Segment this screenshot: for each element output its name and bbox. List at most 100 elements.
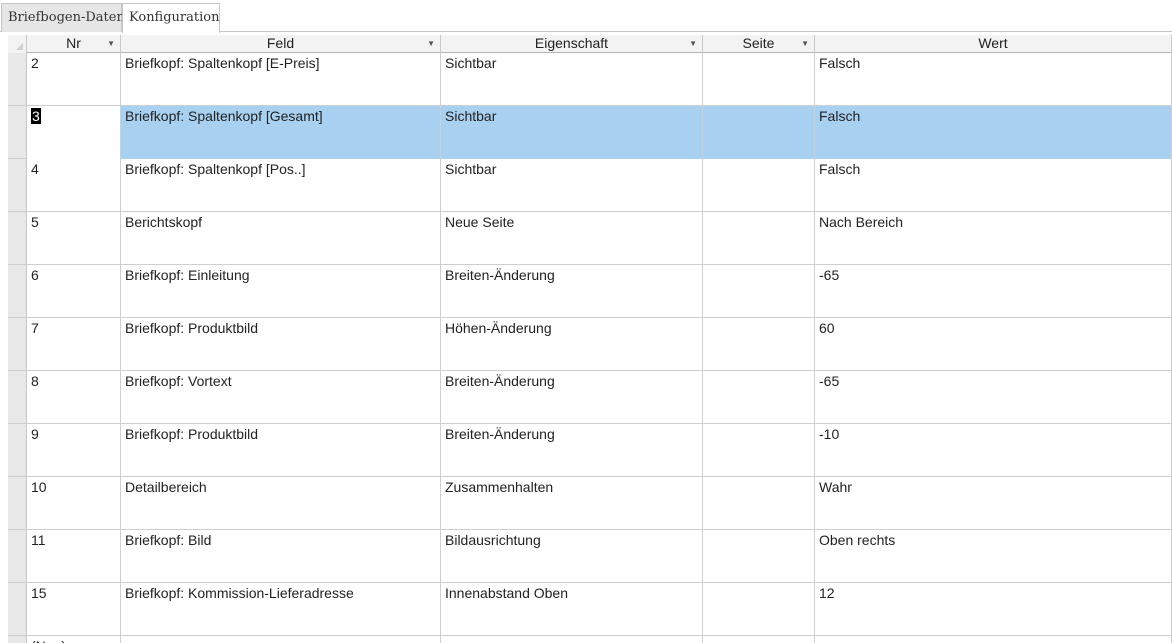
cell-nr[interactable]: 7	[27, 318, 121, 371]
cell-seite[interactable]	[703, 583, 815, 636]
cell-eigenschaft[interactable]: Bildausrichtung	[441, 530, 703, 583]
cell-feld[interactable]: Briefkopf: Spaltenkopf [Gesamt]	[121, 106, 441, 159]
table-row[interactable]: 4 Briefkopf: Spaltenkopf [Pos..] Sichtbar F…	[8, 159, 1172, 212]
cell-nr[interactable]: 3	[27, 106, 121, 159]
cell-eigenschaft[interactable]: Neue Seite	[441, 212, 703, 265]
cell-nr[interactable]: (Neu)	[27, 636, 121, 643]
cell-nr[interactable]: 6	[27, 265, 121, 318]
cell-feld[interactable]: Detailbereich	[121, 477, 441, 530]
column-header-eigenschaft-label: Eigenschaft	[534, 35, 609, 51]
cell-nr[interactable]: 8	[27, 371, 121, 424]
cell-eigenschaft[interactable]: Sichtbar	[441, 53, 703, 106]
new-record-row[interactable]: (Neu)	[8, 636, 1172, 643]
cell-eigenschaft[interactable]: Breiten-Änderung	[441, 371, 703, 424]
table-row[interactable]: 15 Briefkopf: Kommission-Lieferadresse Inn…	[8, 583, 1172, 636]
chevron-down-icon[interactable]: ▼	[801, 35, 809, 52]
cell-eigenschaft[interactable]: Breiten-Änderung	[441, 424, 703, 477]
cell-wert[interactable]: Wahr	[815, 477, 1172, 530]
row-selector[interactable]	[8, 371, 27, 423]
row-selector[interactable]	[8, 636, 27, 643]
cell-nr[interactable]: 10	[27, 477, 121, 530]
cell-wert[interactable]: -65	[815, 371, 1172, 424]
column-header-eigenschaft[interactable]: Eigenschaft ▼	[441, 35, 703, 53]
cell-wert[interactable]: Nach Bereich	[815, 212, 1172, 265]
cell-wert[interactable]: 12	[815, 583, 1172, 636]
cell-eigenschaft[interactable]: Innenabstand Oben	[441, 583, 703, 636]
cell-feld[interactable]	[121, 636, 441, 643]
row-selector[interactable]	[8, 424, 27, 476]
cell-eigenschaft[interactable]: Zusammenhalten	[441, 477, 703, 530]
cell-feld[interactable]: Berichtskopf	[121, 212, 441, 265]
table-row[interactable]: 10 Detailbereich Zusammenhalten Wahr	[8, 477, 1172, 530]
table-row[interactable]: 2 Briefkopf: Spaltenkopf [E-Preis] Sichtba…	[8, 53, 1172, 106]
table-row[interactable]: 7 Briefkopf: Produktbild Höhen-Änderung 60	[8, 318, 1172, 371]
cell-nr[interactable]: 2	[27, 53, 121, 106]
cell-wert[interactable]: Falsch	[815, 159, 1172, 212]
cell-eigenschaft[interactable]: Sichtbar	[441, 106, 703, 159]
table-row[interactable]: 5 Berichtskopf Neue Seite Nach Bereich	[8, 212, 1172, 265]
table-row[interactable]: 3 Briefkopf: Spaltenkopf [Gesamt] Sichtbar…	[8, 106, 1172, 159]
cell-nr[interactable]: 15	[27, 583, 121, 636]
row-selector[interactable]	[8, 159, 27, 211]
row-selector[interactable]	[8, 106, 27, 158]
cell-wert[interactable]: 60	[815, 318, 1172, 371]
cell-wert[interactable]: Oben rechts	[815, 530, 1172, 583]
cell-seite[interactable]	[703, 318, 815, 371]
column-header-seite[interactable]: Seite ▼	[703, 35, 815, 53]
column-header-nr[interactable]: Nr ▼	[27, 35, 121, 53]
cell-wert[interactable]: Falsch	[815, 106, 1172, 159]
table-row[interactable]: 11 Briefkopf: Bild Bildausrichtung Oben rec…	[8, 530, 1172, 583]
cell-eigenschaft[interactable]: Höhen-Änderung	[441, 318, 703, 371]
cell-seite[interactable]	[703, 371, 815, 424]
cell-feld[interactable]: Briefkopf: Spaltenkopf [E-Preis]	[121, 53, 441, 106]
table-row[interactable]: 8 Briefkopf: Vortext Breiten-Änderung -65	[8, 371, 1172, 424]
table-row[interactable]: 9 Briefkopf: Produktbild Breiten-Änderung -…	[8, 424, 1172, 477]
row-selector[interactable]	[8, 530, 27, 582]
select-all-corner[interactable]	[8, 35, 27, 53]
cell-wert[interactable]: Falsch	[815, 53, 1172, 106]
cell-feld[interactable]: Briefkopf: Kommission-Lieferadresse	[121, 583, 441, 636]
cell-feld[interactable]: Briefkopf: Produktbild	[121, 424, 441, 477]
cell-feld[interactable]: Briefkopf: Einleitung	[121, 265, 441, 318]
cell-wert-value: 60	[819, 320, 835, 336]
row-selector[interactable]	[8, 265, 27, 317]
cell-seite[interactable]	[703, 636, 815, 643]
row-selector[interactable]	[8, 318, 27, 370]
cell-feld[interactable]: Briefkopf: Bild	[121, 530, 441, 583]
table-row[interactable]: 6 Briefkopf: Einleitung Breiten-Änderung -6…	[8, 265, 1172, 318]
chevron-down-icon[interactable]: ▼	[427, 35, 435, 52]
cell-nr[interactable]: 4	[27, 159, 121, 212]
cell-feld[interactable]: Briefkopf: Vortext	[121, 371, 441, 424]
column-header-wert[interactable]: Wert	[815, 35, 1172, 53]
cell-seite[interactable]	[703, 530, 815, 583]
chevron-down-icon[interactable]: ▼	[107, 35, 115, 52]
cell-wert[interactable]: -10	[815, 424, 1172, 477]
cell-wert[interactable]	[815, 636, 1172, 643]
cell-feld[interactable]: Briefkopf: Spaltenkopf [Pos..]	[121, 159, 441, 212]
row-selector[interactable]	[8, 477, 27, 529]
row-selector[interactable]	[8, 583, 27, 635]
cell-feld[interactable]: Briefkopf: Produktbild	[121, 318, 441, 371]
cell-wert[interactable]: -65	[815, 265, 1172, 318]
cell-seite[interactable]	[703, 53, 815, 106]
cell-eigenschaft[interactable]: Breiten-Änderung	[441, 265, 703, 318]
cell-seite[interactable]	[703, 477, 815, 530]
cell-seite[interactable]	[703, 424, 815, 477]
cell-nr[interactable]: 11	[27, 530, 121, 583]
cell-nr[interactable]: 9	[27, 424, 121, 477]
cell-nr[interactable]: 5	[27, 212, 121, 265]
cell-eigenschaft-value: Sichtbar	[445, 108, 497, 124]
row-selector[interactable]	[8, 53, 27, 105]
column-header-feld[interactable]: Feld ▼	[121, 35, 441, 53]
cell-seite[interactable]	[703, 265, 815, 318]
row-selector[interactable]	[8, 212, 27, 264]
chevron-down-icon[interactable]: ▼	[689, 35, 697, 52]
cell-eigenschaft[interactable]	[441, 636, 703, 643]
cell-seite[interactable]	[703, 159, 815, 212]
cell-feld-value: Briefkopf: Kommission-Lieferadresse	[125, 585, 354, 601]
cell-seite[interactable]	[703, 106, 815, 159]
tab-briefbogen-daten[interactable]: Briefbogen-Daten	[1, 3, 125, 32]
tab-konfiguration[interactable]: Konfiguration	[122, 3, 220, 33]
cell-seite[interactable]	[703, 212, 815, 265]
cell-eigenschaft[interactable]: Sichtbar	[441, 159, 703, 212]
